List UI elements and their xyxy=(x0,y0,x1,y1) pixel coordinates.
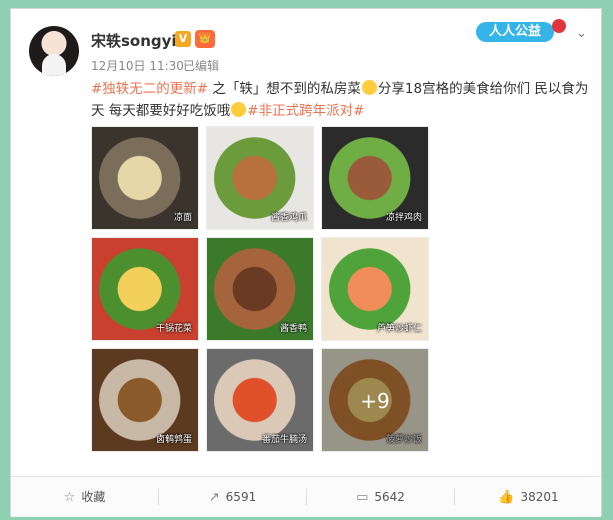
action-bar: ☆ 收藏 ↗ 6591 ▭ 5642 👍 38201 xyxy=(11,476,601,517)
wow-emoji-icon xyxy=(231,102,247,117)
food-photo[interactable]: 芦笋炒虾仁 xyxy=(321,237,429,341)
post-text: #独轶无二的更新# 之「轶」想不到的私房菜 分享18宫格的美食给你们 民以食为天 … xyxy=(91,78,591,122)
food-photo-caption: 凉面 xyxy=(173,213,192,223)
food-photo[interactable]: 凉面 xyxy=(91,126,199,230)
food-photo[interactable]: 酱香鸭 xyxy=(206,237,314,341)
like-button[interactable]: 👍 38201 xyxy=(455,477,602,517)
vip-crown-icon: 👑 xyxy=(195,30,215,48)
weibo-post-card: 宋轶songyi V 👑 12月10日 11:30 已编辑 人人公益 ⌄ #独轶… xyxy=(10,8,602,517)
repost-button[interactable]: ↗ 6591 xyxy=(159,477,306,517)
chevron-down-icon[interactable]: ⌄ xyxy=(576,26,587,41)
thumbs-up-icon: 👍 xyxy=(498,490,515,505)
food-photo-caption: 酱香鸭 xyxy=(279,324,307,334)
repost-icon: ↗ xyxy=(208,490,220,505)
repost-count: 6591 xyxy=(225,490,257,504)
comment-button[interactable]: ▭ 5642 xyxy=(307,477,454,517)
food-photo[interactable]: 菠萝炒饭 +9 xyxy=(321,348,429,452)
like-count: 38201 xyxy=(520,490,559,504)
hashtag-link[interactable]: #独轶无二的更新# xyxy=(91,81,208,97)
food-photo-caption: 凉拌鸡肉 xyxy=(385,213,422,223)
edited-label[interactable]: 已编辑 xyxy=(183,57,219,74)
food-photo[interactable]: 凉拌鸡肉 xyxy=(321,126,429,230)
verified-badge-icon: V xyxy=(175,31,191,47)
food-photo-caption: 番茄牛腩汤 xyxy=(261,435,307,445)
food-photo[interactable]: 番茄牛腩汤 xyxy=(206,348,314,452)
food-photo[interactable]: 酱香鸡爪 xyxy=(206,126,314,230)
food-photo-caption: 芦笋炒虾仁 xyxy=(376,324,422,334)
food-photo[interactable]: 干锅花菜 xyxy=(91,237,199,341)
smile-emoji-icon xyxy=(361,80,377,95)
star-icon: ☆ xyxy=(63,490,76,505)
charity-badge[interactable]: 人人公益 xyxy=(476,22,554,42)
food-photo-caption: 酱香鸡爪 xyxy=(270,213,307,223)
charity-mascot-icon xyxy=(552,19,566,33)
food-photo-caption: 干锅花菜 xyxy=(155,324,192,334)
food-photo-caption: 卤鹌鹑蛋 xyxy=(155,435,192,445)
avatar[interactable] xyxy=(29,26,79,76)
post-timestamp[interactable]: 12月10日 11:30 xyxy=(91,57,184,74)
post-text-segment: 之「轶」想不到的私房菜 xyxy=(208,81,361,97)
user-name[interactable]: 宋轶songyi xyxy=(91,30,177,51)
food-photo[interactable]: 卤鹌鹑蛋 xyxy=(91,348,199,452)
favorite-button[interactable]: ☆ 收藏 xyxy=(11,477,158,517)
comment-icon: ▭ xyxy=(356,490,369,505)
hashtag-link[interactable]: #非正式跨年派对# xyxy=(247,103,364,119)
comment-count: 5642 xyxy=(374,490,405,504)
more-images-overlay[interactable]: +9 xyxy=(322,349,428,451)
favorite-label: 收藏 xyxy=(81,490,106,504)
